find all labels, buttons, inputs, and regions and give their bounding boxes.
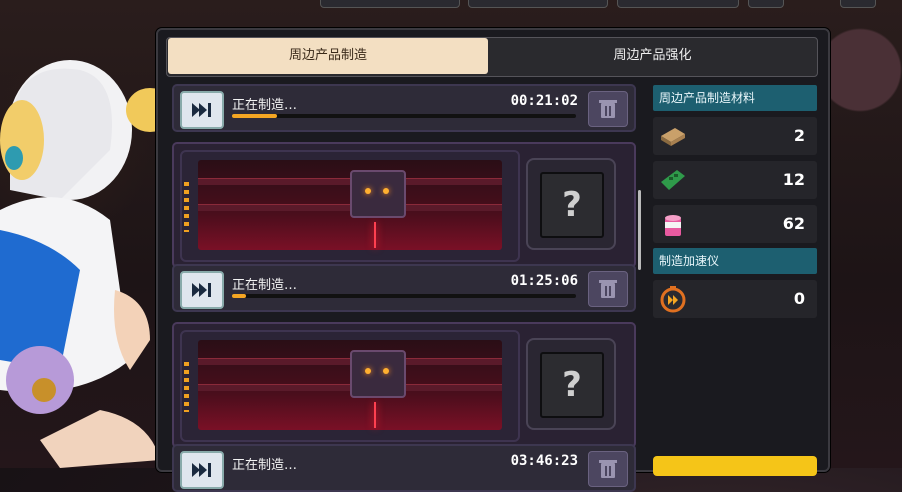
delete-button[interactable]: [588, 271, 628, 307]
product-preview[interactable]: ?: [526, 338, 616, 430]
countdown-timer: 01:25:06: [510, 273, 578, 289]
delete-button[interactable]: [588, 451, 628, 487]
machine-display: [180, 330, 520, 442]
material-count: 62: [782, 214, 805, 233]
top-icon-button[interactable]: [840, 0, 876, 8]
top-button[interactable]: [468, 0, 608, 8]
progress-bar: [232, 294, 576, 298]
laser-beam: [374, 222, 376, 248]
laser-beam: [374, 402, 376, 428]
tab-manufacture[interactable]: 周边产品制造: [168, 38, 488, 74]
production-slot: ?: [172, 142, 636, 268]
material-row: 2: [653, 117, 817, 155]
trash-icon: [599, 280, 617, 298]
led-strip: [184, 362, 189, 412]
skip-button[interactable]: [180, 271, 224, 309]
status-text: 正在制造…: [232, 278, 298, 293]
led-strip: [184, 182, 189, 232]
material-row: 62: [653, 205, 817, 243]
accelerator-header: 制造加速仪: [653, 248, 817, 274]
paint-bucket-icon: [665, 215, 681, 236]
countdown-timer: 03:46:23: [510, 453, 578, 469]
material-count: 12: [782, 170, 805, 189]
skip-button[interactable]: [180, 91, 224, 129]
top-button[interactable]: [617, 0, 739, 8]
product-preview[interactable]: ?: [526, 158, 616, 250]
unknown-product-icon: ?: [540, 172, 604, 238]
material-row: 12: [653, 161, 817, 199]
core-light: [383, 188, 389, 194]
production-slot: ?: [172, 322, 636, 448]
slot-status-row: 正在制造… 03:46:23: [172, 444, 636, 492]
core-light: [383, 368, 389, 374]
core-light: [365, 188, 371, 194]
speedup-icon: [660, 286, 686, 313]
delete-button[interactable]: [588, 91, 628, 127]
slot-status-row: 正在制造… 01:25:06: [172, 264, 636, 312]
character-illustration: [0, 60, 170, 468]
accelerator-row: 0: [653, 280, 817, 318]
slot-status-row: 正在制造… 00:21:02: [172, 84, 636, 132]
status-text: 正在制造…: [232, 458, 298, 473]
core-light: [365, 368, 371, 374]
trash-icon: [599, 460, 617, 478]
tab-enhance[interactable]: 周边产品强化: [489, 38, 816, 74]
machine-core: [350, 350, 406, 398]
trash-icon: [599, 100, 617, 118]
circuit-board-icon: [661, 170, 685, 190]
progress-fill: [232, 294, 246, 298]
machine-core: [350, 170, 406, 218]
top-button[interactable]: [320, 0, 460, 8]
fast-forward-icon: [192, 103, 211, 117]
materials-header: 周边产品制造材料: [653, 85, 817, 111]
wood-planks-icon: [661, 128, 685, 146]
fast-forward-icon: [192, 283, 211, 297]
action-button[interactable]: [653, 456, 817, 476]
scrollbar[interactable]: [638, 190, 641, 270]
top-icon-button[interactable]: [748, 0, 784, 8]
progress-bar: [232, 114, 576, 118]
unknown-product-icon: ?: [540, 352, 604, 418]
tab-bar: 周边产品制造 周边产品强化: [166, 37, 818, 77]
machine-display: [180, 150, 520, 262]
progress-fill: [232, 114, 277, 118]
skip-button[interactable]: [180, 451, 224, 489]
countdown-timer: 00:21:02: [510, 93, 578, 109]
fast-forward-icon: [192, 463, 211, 477]
material-count: 2: [793, 126, 805, 145]
status-text: 正在制造…: [232, 98, 298, 113]
accelerator-count: 0: [793, 289, 805, 308]
